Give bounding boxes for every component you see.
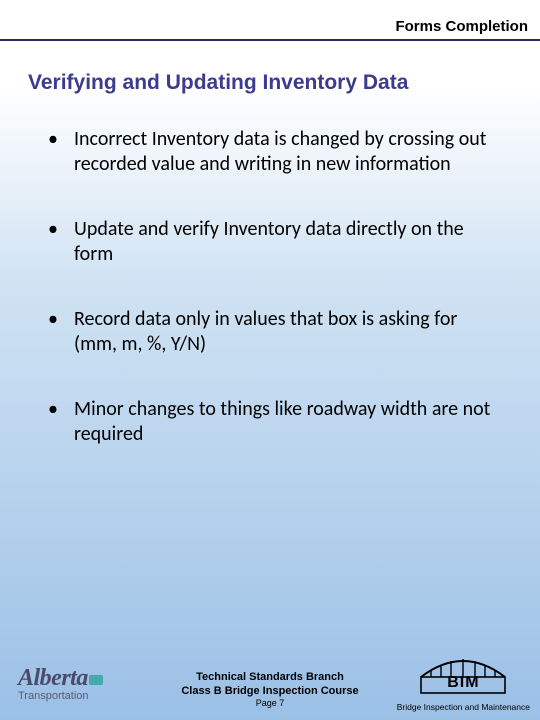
bim-badge-area: BIM Bridge Inspection and Maintenance [397,651,530,712]
footer: Alberta Transportation Technical Standar… [0,630,540,720]
bim-label: BIM [415,674,511,692]
logo-brand: Alberta [18,665,88,691]
bullet-list: Incorrect Inventory data is changed by c… [48,127,500,447]
section-label: Forms Completion [0,18,540,39]
header: Forms Completion [0,0,540,41]
logo-swoosh-icon [89,675,103,685]
list-item: Incorrect Inventory data is changed by c… [48,127,500,177]
footer-branch: Technical Standards Branch [181,670,358,684]
alberta-logo: Alberta Transportation [18,665,103,702]
list-item: Minor changes to things like roadway wid… [48,397,500,447]
list-item: Update and verify Inventory data directl… [48,217,500,267]
footer-course: Class B Bridge Inspection Course [181,684,358,698]
list-item: Record data only in values that box is a… [48,307,500,357]
slide-title: Verifying and Updating Inventory Data [28,71,540,95]
page-number: Page 7 [181,698,358,710]
bim-caption: Bridge Inspection and Maintenance [397,702,530,712]
bridge-icon: BIM [415,651,511,695]
footer-center: Technical Standards Branch Class B Bridg… [181,670,358,710]
header-rule [0,39,540,41]
